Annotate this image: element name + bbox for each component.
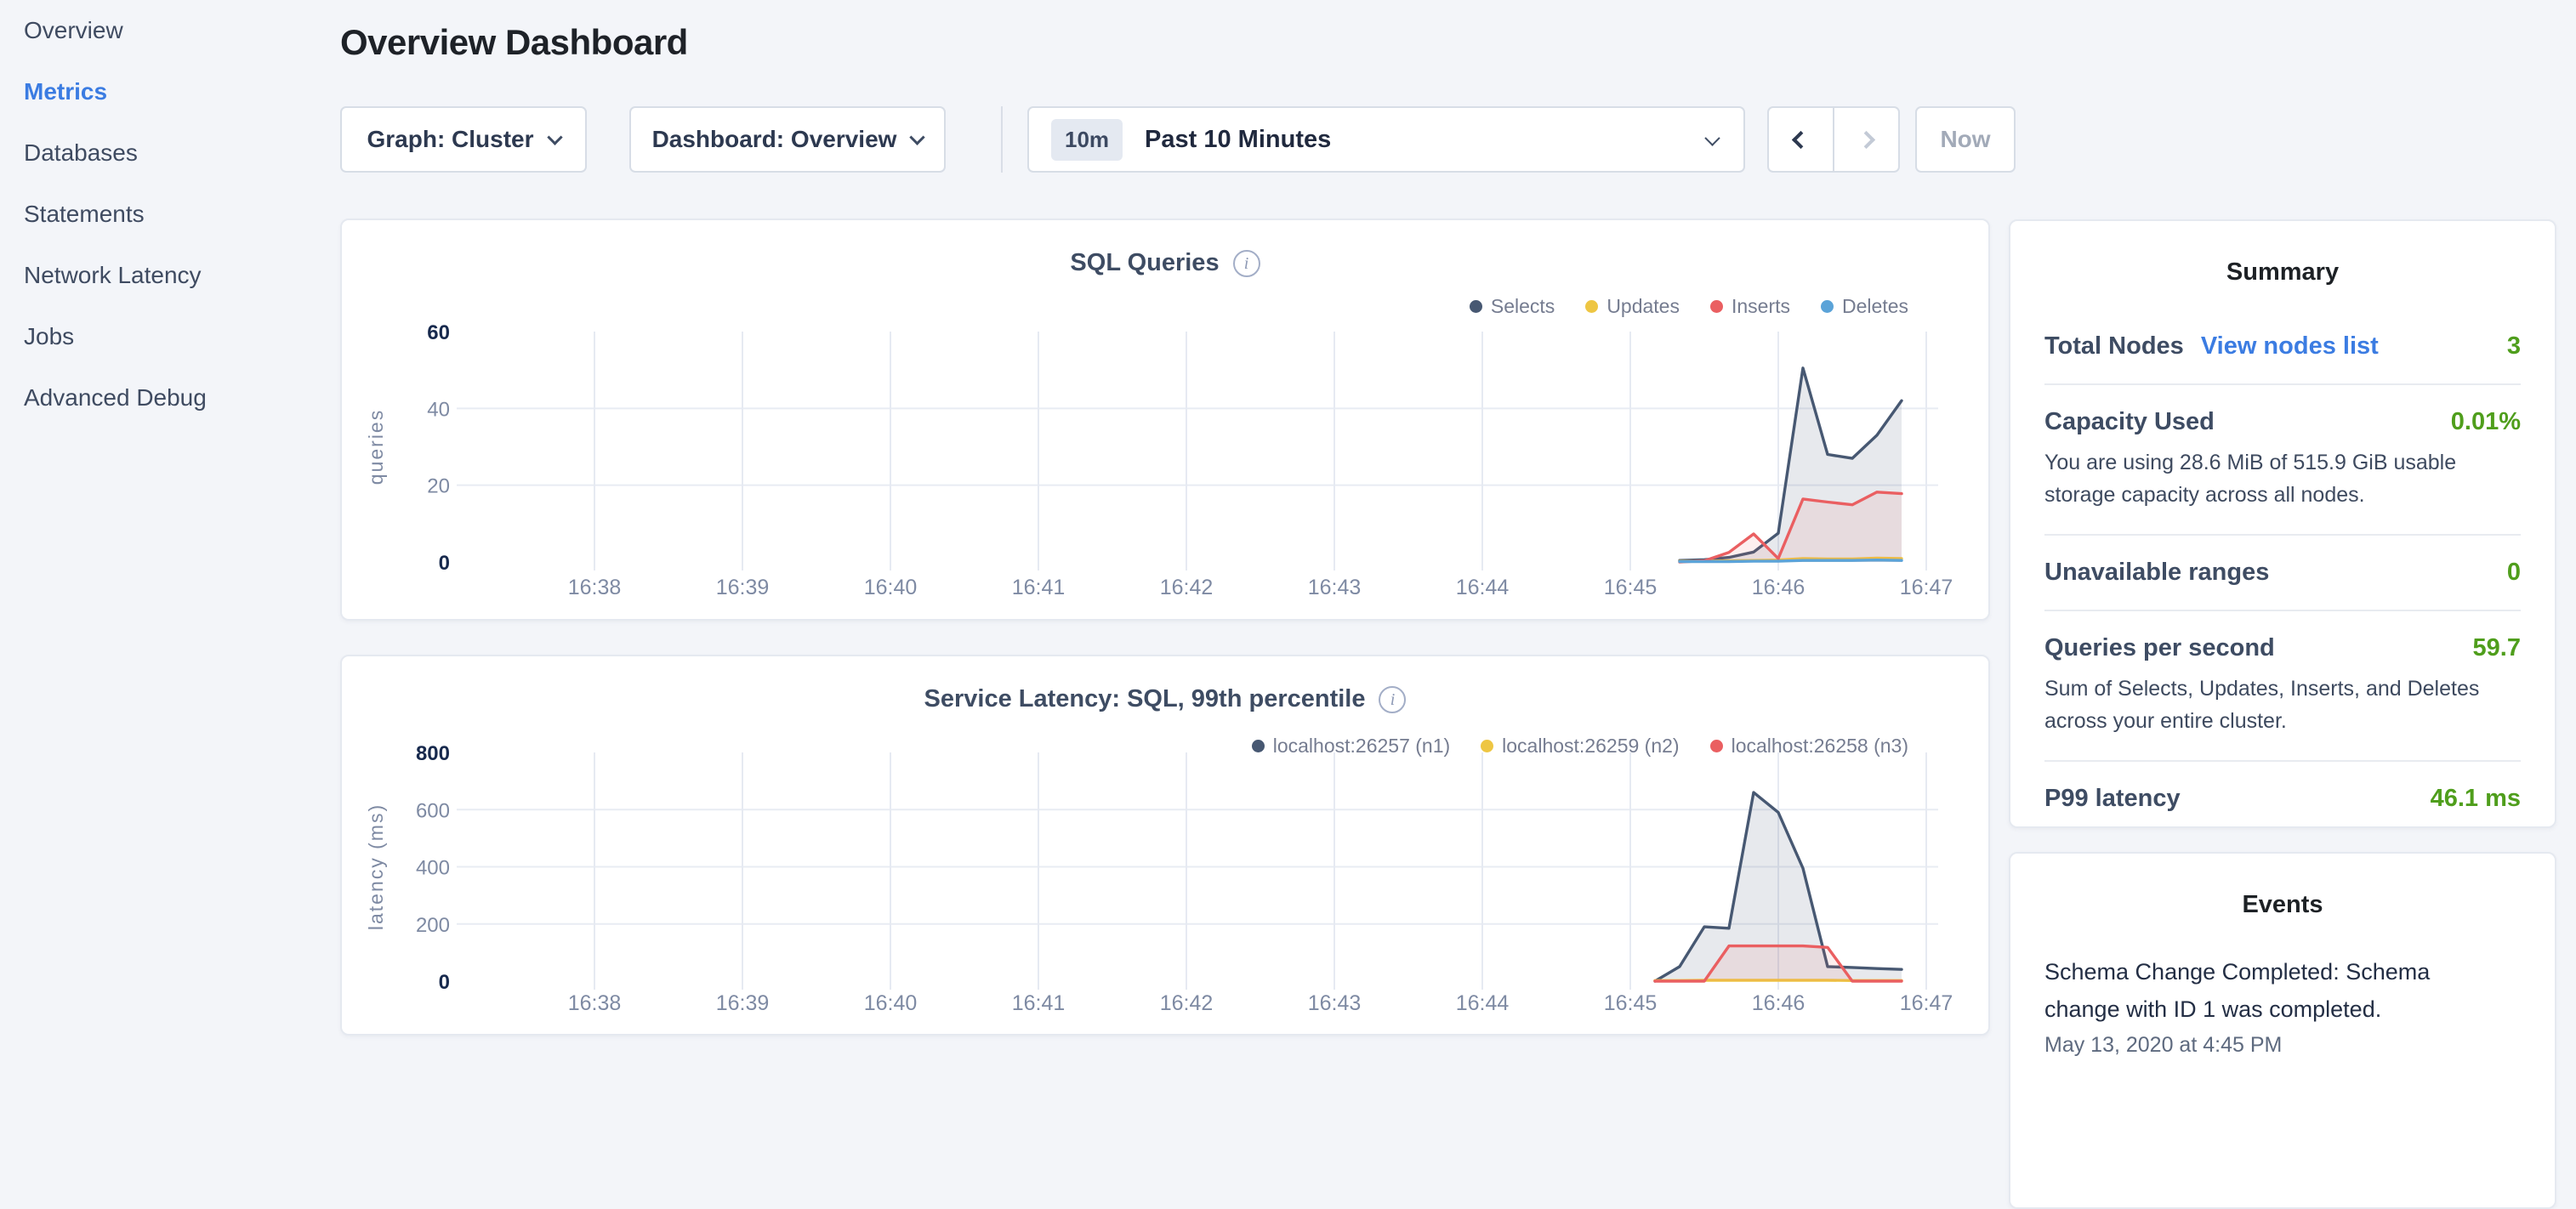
summary-title: Summary <box>2044 258 2521 287</box>
svg-text:16:39: 16:39 <box>716 576 770 599</box>
summary-row-label: Total Nodes <box>2044 332 2184 360</box>
summary-row-label: Capacity Used <box>2044 408 2215 436</box>
svg-text:20: 20 <box>427 475 450 498</box>
svg-text:60: 60 <box>427 321 450 344</box>
svg-text:0: 0 <box>439 552 450 575</box>
svg-text:16:41: 16:41 <box>1012 991 1066 1015</box>
svg-text:16:47: 16:47 <box>1900 991 1953 1015</box>
sidebar-item-statements[interactable]: Statements <box>0 184 340 245</box>
svg-text:16:38: 16:38 <box>568 991 622 1015</box>
time-window-label: Past 10 Minutes <box>1145 126 1331 154</box>
events-panel: Events Schema Change Completed: Schema c… <box>2009 852 2556 1209</box>
svg-text:200: 200 <box>416 914 450 937</box>
dashboard-dropdown-label: Dashboard: Overview <box>652 126 897 153</box>
svg-text:16:42: 16:42 <box>1160 576 1214 599</box>
summary-row-value: 59.7 <box>2473 634 2521 662</box>
graph-dropdown[interactable]: Graph: Cluster <box>340 106 587 173</box>
svg-text:800: 800 <box>416 742 450 765</box>
summary-divider <box>2044 610 2521 611</box>
summary-row: Capacity Used 0.01% <box>2044 408 2521 436</box>
controls-divider <box>1001 106 1003 173</box>
sql-queries-chart-card: SQL Queries i SelectsUpdatesInsertsDelet… <box>340 219 1990 621</box>
svg-text:40: 40 <box>427 398 450 421</box>
events-title: Events <box>2044 891 2521 919</box>
dashboard-dropdown[interactable]: Dashboard: Overview <box>629 106 946 173</box>
now-button[interactable]: Now <box>1915 106 2016 173</box>
summary-row-description: You are using 28.6 MiB of 515.9 GiB usab… <box>2044 446 2521 511</box>
chevron-right-icon <box>1857 130 1875 148</box>
svg-text:16:42: 16:42 <box>1160 991 1214 1015</box>
sidebar: OverviewMetricsDatabasesStatementsNetwor… <box>0 0 340 1051</box>
svg-text:queries: queries <box>365 409 387 485</box>
time-window-selector[interactable]: 10m Past 10 Minutes <box>1027 106 1745 173</box>
sidebar-item-metrics[interactable]: Metrics <box>0 61 340 122</box>
event-text: Schema Change Completed: Schema change w… <box>2044 953 2478 1028</box>
summary-row-label: Unavailable ranges <box>2044 559 2269 587</box>
summary-divider <box>2044 534 2521 536</box>
summary-row: P99 latency 46.1 ms <box>2044 785 2521 813</box>
summary-row-value: 0 <box>2507 559 2521 587</box>
svg-text:16:46: 16:46 <box>1752 991 1805 1015</box>
svg-text:16:40: 16:40 <box>864 991 918 1015</box>
svg-text:16:44: 16:44 <box>1456 576 1510 599</box>
now-button-label: Now <box>1940 126 1990 153</box>
summary-row: Queries per second 59.7 <box>2044 634 2521 662</box>
sidebar-item-network-latency[interactable]: Network Latency <box>0 245 340 306</box>
svg-text:16:43: 16:43 <box>1308 576 1362 599</box>
summary-row-label: P99 latency <box>2044 785 2181 813</box>
view-nodes-list-link[interactable]: View nodes list <box>2201 332 2379 360</box>
summary-divider <box>2044 383 2521 385</box>
prev-time-button[interactable] <box>1769 108 1833 171</box>
service-latency-chart-card: Service Latency: SQL, 99th percentile i … <box>340 655 1990 1036</box>
svg-text:16:46: 16:46 <box>1752 576 1805 599</box>
svg-text:0: 0 <box>439 971 450 994</box>
sidebar-item-databases[interactable]: Databases <box>0 122 340 184</box>
time-pager <box>1767 106 1900 173</box>
svg-text:16:39: 16:39 <box>716 991 770 1015</box>
chevron-left-icon <box>1792 130 1810 148</box>
svg-text:16:38: 16:38 <box>568 576 622 599</box>
svg-text:latency (ms): latency (ms) <box>365 803 387 930</box>
graph-dropdown-label: Graph: Cluster <box>367 126 533 153</box>
svg-text:16:43: 16:43 <box>1308 991 1362 1015</box>
chevron-down-icon <box>1704 130 1720 145</box>
summary-row: Unavailable ranges 0 <box>2044 559 2521 587</box>
summary-row-label: Queries per second <box>2044 634 2275 662</box>
sidebar-item-overview[interactable]: Overview <box>0 0 340 61</box>
chevron-down-icon <box>910 129 925 145</box>
summary-row-value: 46.1 ms <box>2431 785 2521 813</box>
summary-divider <box>2044 760 2521 762</box>
summary-panel: Summary Total Nodes View nodes list 3 Capac… <box>2009 219 2556 828</box>
sql-queries-plot: 0 20 40 60 16:38 16:39 16:40 16:41 16:42 16:43 16:… <box>342 220 1988 619</box>
page-title: Overview Dashboard <box>340 22 688 63</box>
svg-text:16:45: 16:45 <box>1604 576 1658 599</box>
summary-row-description: Sum of Selects, Updates, Inserts, and De… <box>2044 673 2521 737</box>
svg-text:16:41: 16:41 <box>1012 576 1066 599</box>
next-time-button[interactable] <box>1834 108 1898 171</box>
chevron-down-icon <box>547 129 562 145</box>
service-latency-plot: 0 200 400 600 800 16:38 16:39 16:40 16:41 16:42 16… <box>342 656 1988 1034</box>
svg-text:400: 400 <box>416 857 450 880</box>
svg-text:16:47: 16:47 <box>1900 576 1953 599</box>
event-timestamp: May 13, 2020 at 4:45 PM <box>2044 1033 2521 1058</box>
sidebar-item-advanced-debug[interactable]: Advanced Debug <box>0 367 340 429</box>
summary-row-value: 3 <box>2507 332 2521 360</box>
summary-row-value: 0.01% <box>2451 408 2521 436</box>
time-window-badge: 10m <box>1051 119 1123 161</box>
summary-row: Total Nodes View nodes list 3 <box>2044 332 2521 360</box>
svg-text:16:40: 16:40 <box>864 576 918 599</box>
svg-text:600: 600 <box>416 799 450 822</box>
sidebar-item-jobs[interactable]: Jobs <box>0 306 340 367</box>
svg-text:16:44: 16:44 <box>1456 991 1510 1015</box>
svg-text:16:45: 16:45 <box>1604 991 1658 1015</box>
